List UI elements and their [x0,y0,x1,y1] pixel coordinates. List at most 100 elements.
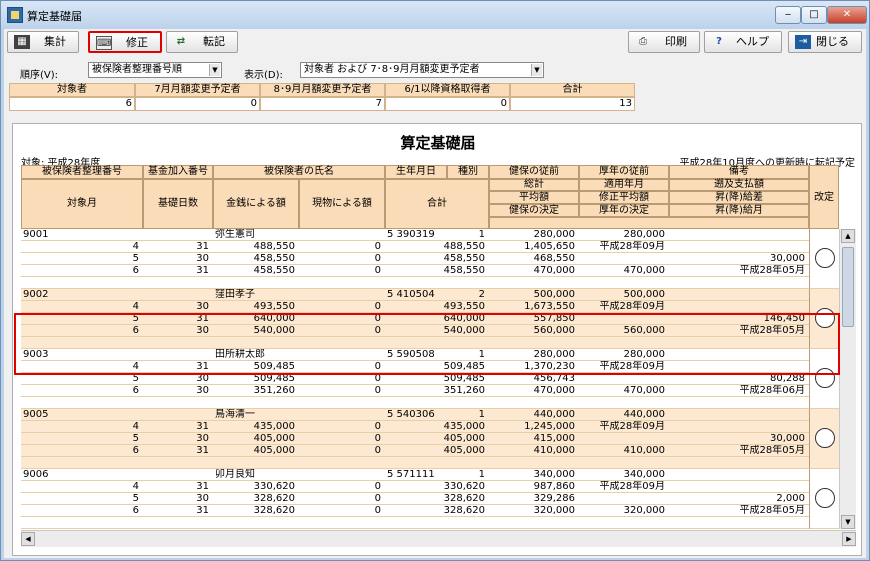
scroll-up-icon[interactable]: ▲ [841,229,855,243]
remarks-value: 30,000 [770,253,805,264]
calculator-icon: ▦ [14,35,30,49]
col-apply-month: 適用年月 [579,179,669,191]
total-amount: 458,550 [443,265,485,276]
scroll-left-icon[interactable]: ◀ [21,532,35,546]
goods-amount: 0 [374,385,381,396]
employee-row[interactable]: 9005 鳥海清一 5 540306 1 440,000 440,000 [21,409,809,421]
spacer-row[interactable] [21,397,809,409]
scroll-down-icon[interactable]: ▼ [841,515,855,529]
total-amount: 488,550 [443,241,485,252]
display-select[interactable]: 対象者 および 7･8･9月月額変更予定者 ▼ [300,62,544,78]
vertical-scrollbar[interactable]: ▲ ▼ [839,229,856,529]
client-area: ▦ 集計 ⌨ 修正 ⇄ 転記 ⎙ 印刷 ? ヘルプ ⇥ 閉じる 順序(V): 被… [4,29,866,558]
display-value: 対象者 および 7･8･9月月額変更予定者 [304,64,480,75]
col-hk-decision: 健保の決定 [489,204,579,217]
employee-row[interactable]: 9006 卯月良知 5 571111 1 340,000 340,000 [21,469,809,481]
close-window-button[interactable]: ✕ [827,6,867,24]
horizontal-scrollbar[interactable]: ◀ ▶ [21,530,856,547]
month-row[interactable]: 6 31 328,620 0 328,620 320,000 320,000 平成28年05月 [21,505,809,517]
employee-row[interactable]: 9002 窪田孝子 5 410504 2 500,000 500,000 [21,289,809,301]
summary-value-aug-sep: 7 [260,97,385,111]
summary-header-after-june: 6/1以降資格取得者 [385,83,510,97]
apply-decision: 470,000 [623,265,665,276]
scroll-right-icon[interactable]: ▶ [842,532,856,546]
month-row[interactable]: 4 31 330,620 0 330,620 987,860 平成28年09月 [21,481,809,493]
base-days-value: 30 [196,301,209,312]
col-kn-prev: 厚年の従前 [579,165,669,179]
col-avg: 平均額 [489,191,579,204]
apply-decision: 410,000 [623,445,665,456]
base-days-value: 31 [196,421,209,432]
spacer-row[interactable] [21,517,809,529]
month-row[interactable]: 4 30 493,550 0 493,550 1,673,550 平成28年09月 [21,301,809,313]
month-row[interactable]: 6 31 458,550 0 458,550 470,000 470,000 平成28年05月 [21,265,809,277]
apply-decision [579,433,667,445]
apply-decision: 平成28年09月 [599,301,665,312]
edit-button[interactable]: ⌨ 修正 [88,31,162,53]
health-prev: 340,000 [533,469,575,480]
col-total: 合計 [385,179,489,229]
col-hk-prev: 健保の従前 [489,165,579,179]
goods-amount: 0 [374,253,381,264]
employee-row[interactable]: 9001 弥生憲司 5 390319 1 280,000 280,000 [21,229,809,241]
spacer-row[interactable] [21,457,809,469]
sum-avg-decision: 410,000 [533,445,575,456]
summary-value-total: 13 [510,97,635,111]
revision-circle-icon[interactable] [815,488,835,508]
window-title: 算定基礎届 [27,10,82,23]
maximize-button[interactable]: □ [801,6,827,24]
selected-record-highlight [14,313,840,375]
spacer-row[interactable] [21,277,809,289]
header-spacer [489,217,809,229]
apply-decision: 470,000 [623,385,665,396]
sum-avg-decision: 1,673,550 [524,301,575,312]
aggregate-button[interactable]: ▦ 集計 [7,31,79,53]
revision-circle-icon[interactable] [815,428,835,448]
minimize-button[interactable]: ‒ [775,6,801,24]
cash-amount: 458,550 [253,265,295,276]
revision-circle-icon[interactable] [815,248,835,268]
col-revision: 改定 [809,165,839,229]
col-base-days: 基礎日数 [143,179,213,229]
help-label: ヘルプ [736,35,769,48]
month-row[interactable]: 6 31 405,000 0 405,000 410,000 410,000 平成28年05月 [21,445,809,457]
pension-prev: 340,000 [623,469,665,480]
transfer-button[interactable]: ⇄ 転記 [166,31,238,53]
sort-order-select[interactable]: 被保険者整理番号順 ▼ [88,62,222,78]
month-row[interactable]: 6 30 351,260 0 351,260 470,000 470,000 平成28年06月 [21,385,809,397]
chevron-down-icon[interactable]: ▼ [531,64,542,76]
sum-avg-decision: 1,245,000 [524,421,575,432]
month-row[interactable]: 5 30 328,620 0 328,620 329,286 2,000 [21,493,809,505]
month-row[interactable]: 5 30 405,000 0 405,000 415,000 30,000 [21,433,809,445]
help-button[interactable]: ? ヘルプ [704,31,782,53]
remarks-value: 平成28年05月 [739,265,805,276]
apply-decision: 平成28年09月 [599,421,665,432]
month-row[interactable]: 5 30 458,550 0 458,550 468,550 30,000 [21,253,809,265]
month-value: 4 [132,301,139,312]
col-name: 被保険者の氏名 [213,165,385,179]
total-amount: 405,000 [443,433,485,444]
pension-prev: 500,000 [623,289,665,300]
col-cash: 金銭による額 [213,179,299,229]
month-value: 5 [132,253,139,264]
print-button[interactable]: ⎙ 印刷 [628,31,700,53]
cash-amount: 351,260 [253,385,295,396]
cash-amount: 493,550 [253,301,295,312]
help-icon: ? [716,36,722,47]
employee-name: 弥生憲司 [215,229,255,240]
month-row[interactable]: 4 31 435,000 0 435,000 1,245,000 平成28年09月 [21,421,809,433]
cash-amount: 405,000 [253,433,295,444]
birth-date: 5 571111 [387,469,435,480]
col-kind: 種別 [447,165,489,179]
chevron-down-icon[interactable]: ▼ [209,64,220,76]
print-label: 印刷 [665,35,687,48]
scroll-thumb[interactable] [842,247,854,327]
app-icon [7,7,23,23]
summary-header-aug-sep: 8･9月月額変更予定者 [260,83,385,97]
sum-avg-decision: 1,405,650 [524,241,575,252]
apply-decision: 平成28年09月 [599,241,665,252]
total-amount: 328,620 [443,505,485,516]
app-window: 算定基礎届 ‒ □ ✕ ▦ 集計 ⌨ 修正 ⇄ 転記 ⎙ 印刷 ? ヘルプ ⇥ … [0,0,870,561]
month-row[interactable]: 4 31 488,550 0 488,550 1,405,650 平成28年09月 [21,241,809,253]
close-button[interactable]: ⇥ 閉じる [788,31,862,53]
